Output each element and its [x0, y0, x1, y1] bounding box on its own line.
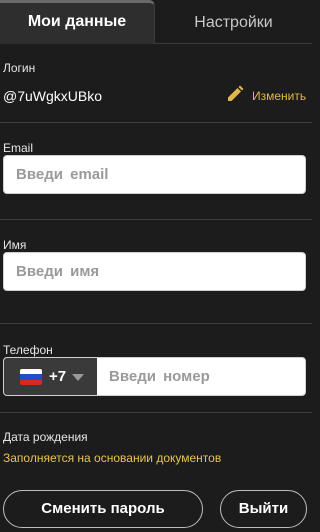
login-label: Логин: [3, 61, 36, 75]
phone-label: Телефон: [3, 343, 53, 357]
edit-login-button[interactable]: Изменить: [226, 85, 307, 108]
edit-login-label: Изменить: [252, 89, 307, 103]
pencil-icon: [226, 85, 244, 108]
divider: [0, 219, 312, 220]
divider: [0, 323, 312, 324]
phone-placeholder: Введи номер: [109, 368, 210, 385]
phone-number-field[interactable]: Введи номер: [97, 358, 305, 395]
logout-button[interactable]: Выйти: [220, 490, 307, 528]
phone-field-group: +7 Введи номер: [3, 357, 306, 396]
divider: [0, 412, 312, 413]
login-value: @7uWgkxUBko: [3, 88, 103, 104]
country-code-select[interactable]: +7: [4, 358, 97, 395]
tab-my-data[interactable]: Мои данные: [0, 0, 155, 44]
email-label: Email: [3, 141, 34, 155]
tab-bar: Мои данные Настройки: [0, 0, 312, 44]
birth-date-note: Заполняется на основании документов: [3, 451, 222, 465]
tab-settings[interactable]: Настройки: [155, 0, 312, 44]
russia-flag-icon: [20, 369, 42, 385]
change-password-button[interactable]: Сменить пароль: [3, 490, 203, 528]
name-placeholder: Введи имя: [16, 263, 100, 280]
email-field[interactable]: Введи email: [3, 155, 306, 194]
name-field[interactable]: Введи имя: [3, 252, 306, 291]
email-placeholder: Введи email: [16, 166, 109, 183]
birth-date-label: Дата рождения: [3, 430, 88, 444]
name-label: Имя: [3, 238, 27, 252]
chevron-down-icon: [72, 374, 84, 381]
country-code: +7: [49, 368, 67, 385]
divider: [0, 122, 312, 123]
